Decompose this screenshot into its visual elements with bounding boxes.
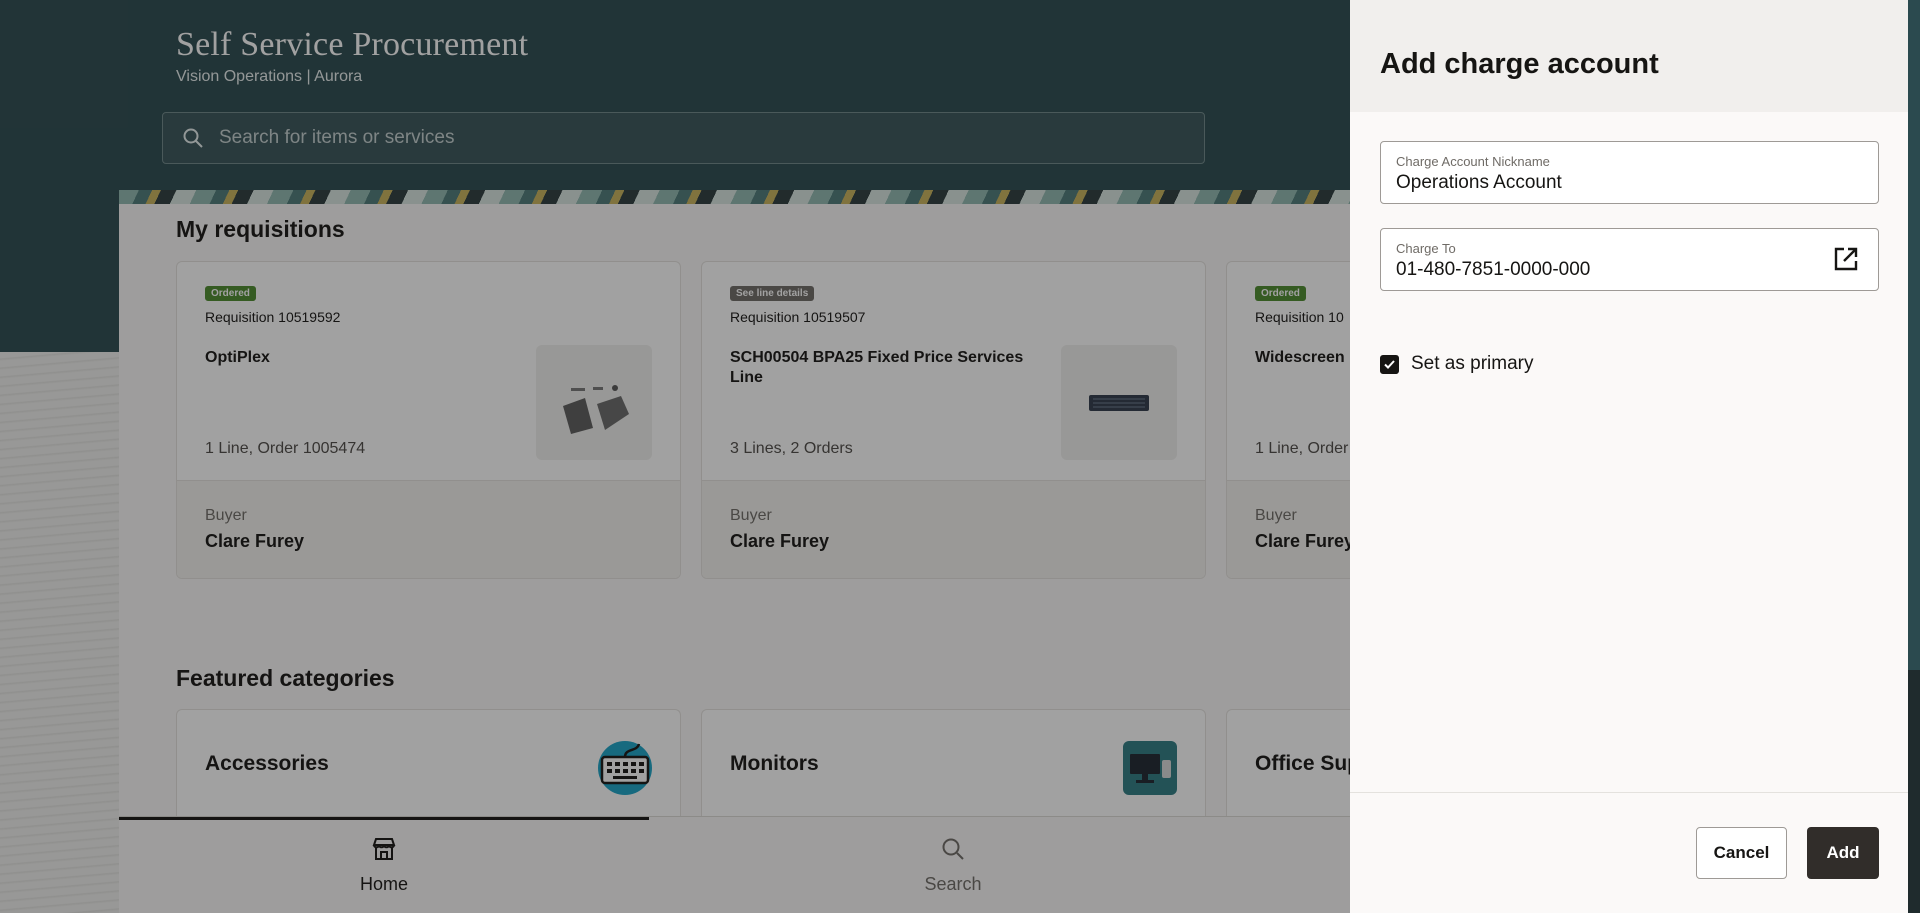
checkmark-icon [1384,359,1395,369]
charge-to-field[interactable]: Charge To [1380,228,1879,291]
nickname-label: Charge Account Nickname [1396,154,1550,169]
add-charge-account-drawer: Add charge account Charge Account Nickna… [1350,0,1908,913]
add-button[interactable]: Add [1807,827,1879,879]
charge-to-label: Charge To [1396,241,1456,256]
drawer-title: Add charge account [1380,48,1659,80]
set-primary-row[interactable]: Set as primary [1380,353,1533,375]
drawer-footer: Cancel Add [1350,792,1908,913]
nickname-field[interactable]: Charge Account Nickname [1380,141,1879,204]
open-external-icon[interactable] [1832,245,1860,273]
nickname-input[interactable] [1396,172,1816,194]
page-edge [1908,0,1920,913]
charge-to-input[interactable] [1396,259,1816,281]
set-primary-label: Set as primary [1411,353,1534,374]
drawer-header: Add charge account [1350,0,1908,112]
cancel-button[interactable]: Cancel [1696,827,1787,879]
set-primary-checkbox[interactable] [1380,354,1399,374]
